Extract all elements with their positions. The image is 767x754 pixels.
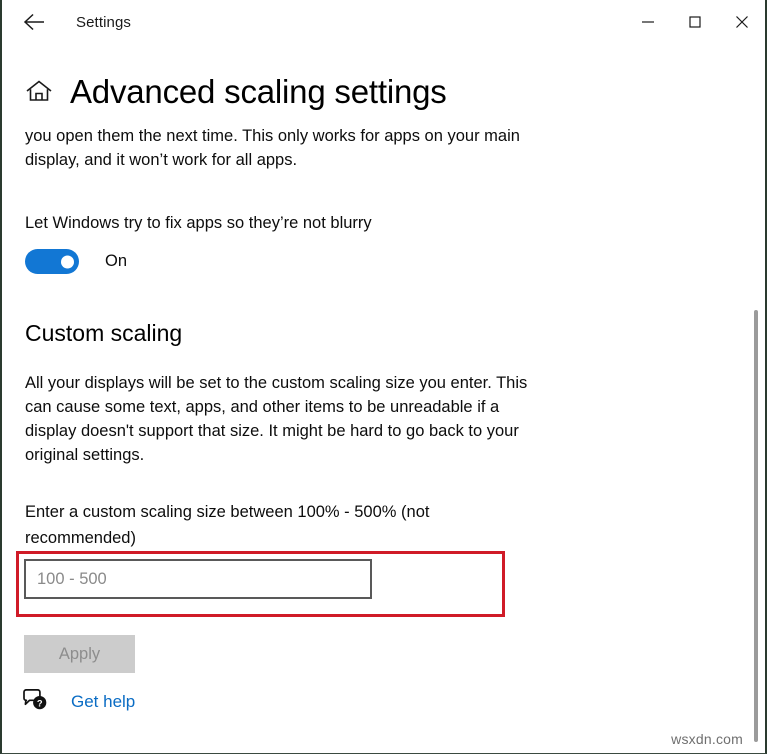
get-help-row: ? Get help bbox=[22, 689, 135, 713]
toggle-state-label: On bbox=[105, 253, 127, 270]
settings-content: Advanced scaling settings you open them … bbox=[2, 44, 765, 754]
get-help-link[interactable]: Get help bbox=[71, 693, 135, 710]
scrollbar-thumb[interactable] bbox=[754, 310, 758, 742]
help-chat-glyph: ? bbox=[22, 689, 49, 713]
fix-blurry-label: Let Windows try to fix apps so they’re n… bbox=[2, 213, 765, 233]
custom-scaling-field-label: Enter a custom scaling size between 100%… bbox=[2, 499, 562, 551]
svg-text:?: ? bbox=[37, 697, 43, 708]
close-glyph bbox=[733, 13, 751, 31]
fix-blurry-toggle-row: On bbox=[2, 249, 765, 274]
maximize-glyph bbox=[687, 14, 703, 30]
help-chat-icon: ? bbox=[22, 689, 49, 713]
home-glyph bbox=[24, 78, 54, 104]
custom-scaling-input[interactable] bbox=[24, 559, 372, 599]
minimize-glyph bbox=[640, 14, 656, 30]
back-arrow-icon[interactable] bbox=[12, 2, 58, 42]
app-title: Settings bbox=[76, 15, 131, 30]
apply-button[interactable]: Apply bbox=[24, 635, 135, 673]
window-controls bbox=[624, 0, 765, 44]
fix-blurry-toggle[interactable] bbox=[25, 249, 79, 274]
title-bar: Settings bbox=[2, 0, 765, 44]
page-title: Advanced scaling settings bbox=[70, 75, 447, 108]
toggle-knob bbox=[61, 255, 74, 268]
page-header: Advanced scaling settings bbox=[2, 69, 765, 113]
settings-window: Settings bbox=[0, 0, 767, 754]
intro-text: you open them the next time. This only w… bbox=[2, 124, 577, 172]
maximize-icon[interactable] bbox=[671, 0, 718, 44]
custom-scaling-heading: Custom scaling bbox=[2, 322, 765, 345]
minimize-icon[interactable] bbox=[624, 0, 671, 44]
back-arrow-glyph bbox=[22, 12, 48, 32]
close-icon[interactable] bbox=[718, 0, 765, 44]
custom-scaling-description: All your displays will be set to the cus… bbox=[2, 371, 577, 467]
vertical-scrollbar[interactable] bbox=[749, 44, 763, 754]
watermark: wsxdn.com bbox=[671, 731, 743, 747]
home-icon[interactable] bbox=[24, 78, 54, 104]
